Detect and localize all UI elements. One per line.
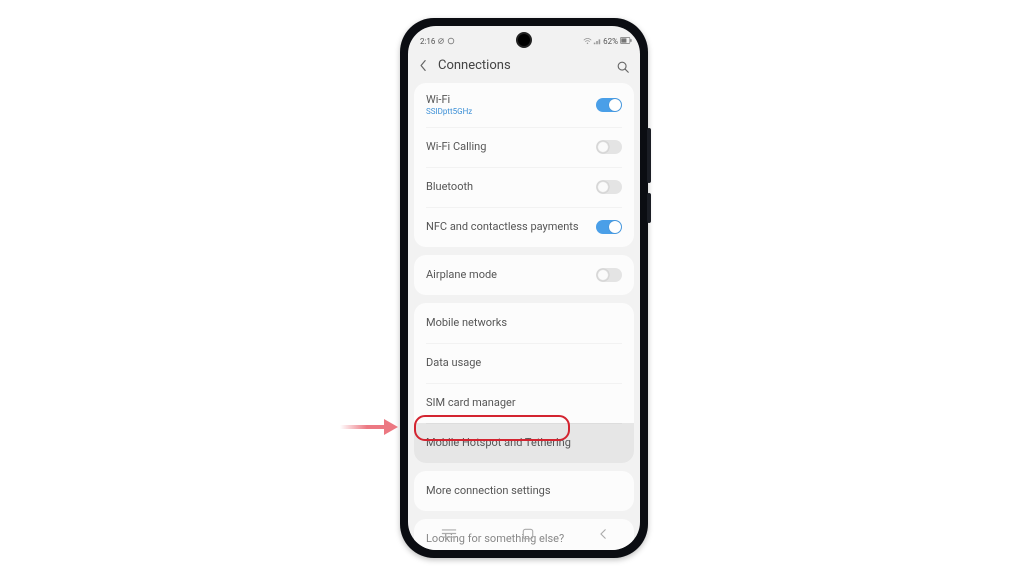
toggle-airplane[interactable] [596,268,622,282]
signal-icon [593,37,601,45]
wifi-icon [583,37,591,45]
nav-home[interactable] [522,528,534,543]
nav-recent[interactable] [441,528,457,542]
status-icon [447,37,455,45]
toggle-bluetooth[interactable] [596,180,622,194]
row-label: SIM card manager [426,396,622,409]
toggle-knob [609,99,621,111]
row-label-text: More connection settings [426,484,622,497]
nav-back[interactable] [599,528,608,543]
settings-group: Airplane mode [414,255,634,295]
settings-group: Mobile networks Data usage SIM card manage… [414,303,634,463]
row-label: Bluetooth [426,180,596,193]
settings-row-wifi-calling[interactable]: Wi-Fi Calling [414,127,634,167]
toggle-knob [597,141,609,153]
settings-row-data-usage[interactable]: Data usage [414,343,634,383]
row-label-text: Data usage [426,356,622,369]
toggle-knob [597,269,609,281]
settings-content: Wi-FiSSIDptt5GHz Wi-Fi Calling Bluetooth NF… [408,83,640,550]
search-button[interactable] [616,59,630,73]
settings-row-nfc[interactable]: NFC and contactless payments [414,207,634,247]
header-bar: Connections [408,52,640,83]
row-label: NFC and contactless payments [426,220,596,233]
power-button [647,193,651,223]
settings-row-mobile-networks[interactable]: Mobile networks [414,303,634,343]
camera-notch [516,32,532,48]
page-title: Connections [438,58,608,73]
settings-row-wifi[interactable]: Wi-FiSSIDptt5GHz [414,83,634,127]
toggle-knob [597,181,609,193]
row-label: Wi-FiSSIDptt5GHz [426,93,596,117]
row-label-text: Bluetooth [426,180,596,193]
row-label: Mobile Hotspot and Tethering [426,436,622,449]
row-label-text: NFC and contactless payments [426,220,596,233]
row-label: Data usage [426,356,622,369]
row-label-text: Wi-Fi [426,93,596,106]
back-button[interactable] [416,59,430,73]
toggle-nfc[interactable] [596,220,622,234]
status-icon [437,37,445,45]
settings-row-sim-card[interactable]: SIM card manager [414,383,634,423]
row-label-text: Mobile Hotspot and Tethering [426,436,622,449]
row-label: Wi-Fi Calling [426,140,596,153]
settings-group: Wi-FiSSIDptt5GHz Wi-Fi Calling Bluetooth NF… [414,83,634,247]
battery-text: 62% [603,37,618,46]
row-label: More connection settings [426,484,622,497]
settings-row-bluetooth[interactable]: Bluetooth [414,167,634,207]
row-label-text: Wi-Fi Calling [426,140,596,153]
row-label-text: SIM card manager [426,396,622,409]
row-label: Airplane mode [426,268,596,281]
annotation-arrow [340,418,398,436]
toggle-wifi[interactable] [596,98,622,112]
row-sublabel: SSIDptt5GHz [426,107,596,117]
row-label: Mobile networks [426,316,622,329]
settings-row-airplane[interactable]: Airplane mode [414,255,634,295]
settings-row-hotspot[interactable]: Mobile Hotspot and Tethering [414,423,634,463]
settings-row-more[interactable]: More connection settings [414,471,634,511]
toggle-wifi-calling[interactable] [596,140,622,154]
battery-icon [620,37,628,45]
status-time: 2:16 [420,37,435,46]
phone-frame: 2:16 62% [400,18,648,558]
settings-group: More connection settings [414,471,634,511]
row-label-text: Airplane mode [426,268,596,281]
volume-button [647,128,651,183]
phone-screen: 2:16 62% [408,26,640,550]
toggle-knob [609,221,621,233]
row-label-text: Mobile networks [426,316,622,329]
navigation-bar [408,524,640,546]
